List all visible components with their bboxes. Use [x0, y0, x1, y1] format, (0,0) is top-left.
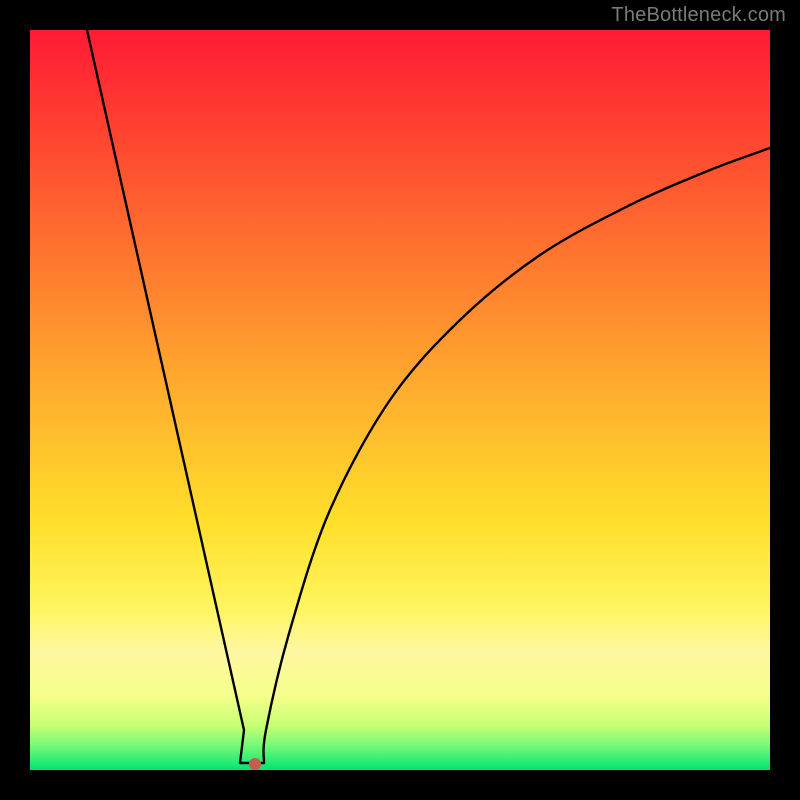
- chart-svg: [30, 30, 770, 770]
- gradient-background: [30, 30, 770, 770]
- chart-root: TheBottleneck.com: [0, 0, 800, 800]
- plot-area: [30, 30, 770, 770]
- marker-dot: [249, 758, 261, 770]
- watermark-text: TheBottleneck.com: [611, 4, 786, 27]
